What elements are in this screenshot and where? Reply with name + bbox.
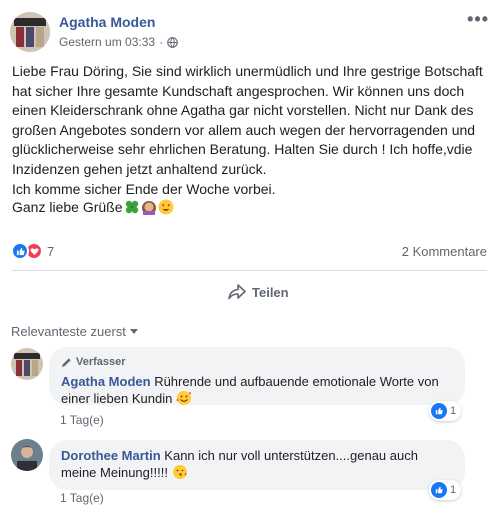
like-reaction-icon	[11, 242, 29, 260]
comment-author[interactable]: Dorothee Martin	[61, 448, 161, 463]
post-sign-off: Ganz liebe Grüße	[12, 199, 174, 215]
like-icon	[431, 403, 447, 419]
post-meta: Gestern um 03:33 ·	[59, 35, 178, 49]
comments-section: Relevanteste zuerst Verfasser Agatha Mod…	[0, 310, 499, 514]
author-tag-label: Verfasser	[76, 356, 126, 368]
reaction-count: 7	[47, 243, 55, 259]
woman-emoji	[141, 201, 156, 215]
comment-body: Agatha Moden Rührende und aufbauende emo…	[61, 373, 453, 407]
share-label: Teilen	[252, 284, 289, 300]
comment-avatar[interactable]	[11, 348, 43, 380]
post-timestamp[interactable]: Gestern um 03:33	[59, 35, 155, 49]
author-tag: Verfasser	[61, 354, 453, 371]
share-button[interactable]: Teilen	[228, 284, 289, 300]
comment-like-badge[interactable]: 1	[429, 401, 462, 421]
post-text: Liebe Frau Döring, Sie sind wirklich une…	[12, 63, 483, 197]
comment-avatar[interactable]	[11, 439, 43, 471]
more-horizontal-icon[interactable]: •••	[467, 10, 489, 28]
sign-off-text: Ganz liebe Grüße	[12, 199, 123, 215]
comment-like-count: 1	[450, 405, 457, 417]
page-avatar[interactable]	[10, 12, 50, 52]
pencil-icon	[61, 358, 71, 368]
heart-eyes-emoji	[158, 199, 173, 215]
reactions-summary[interactable]: 7	[11, 242, 54, 260]
divider	[12, 270, 487, 271]
comment-bubble: Verfasser Agatha Moden Rührende und aufb…	[49, 347, 465, 407]
comments-count-link[interactable]: 2 Kommentare	[402, 244, 487, 259]
comment-bubble: Dorothee Martin Kann ich nur voll unters…	[49, 440, 465, 490]
comment-like-badge[interactable]: 1	[429, 480, 462, 500]
face-blowing-kiss-emoji	[172, 465, 187, 479]
smiling-face-with-hearts-emoji	[176, 391, 191, 405]
comment-sort-dropdown[interactable]: Relevanteste zuerst	[11, 324, 138, 339]
post-author-name[interactable]: Agatha Moden	[59, 14, 155, 30]
comment-body: Dorothee Martin Kann ich nur voll unters…	[61, 447, 453, 481]
sort-label: Relevanteste zuerst	[11, 324, 126, 339]
facebook-post: Agatha Moden Gestern um 03:33 · ••• Lieb…	[0, 0, 499, 514]
comment-author[interactable]: Agatha Moden	[61, 374, 151, 389]
like-icon	[431, 482, 447, 498]
caret-down-icon	[129, 329, 138, 334]
globe-icon	[167, 36, 178, 48]
clover-emoji	[125, 200, 138, 214]
comment-like-count: 1	[450, 484, 457, 496]
share-icon	[228, 284, 246, 300]
comment-time[interactable]: 1 Tag(e)	[60, 413, 104, 427]
comment-time[interactable]: 1 Tag(e)	[60, 491, 104, 505]
